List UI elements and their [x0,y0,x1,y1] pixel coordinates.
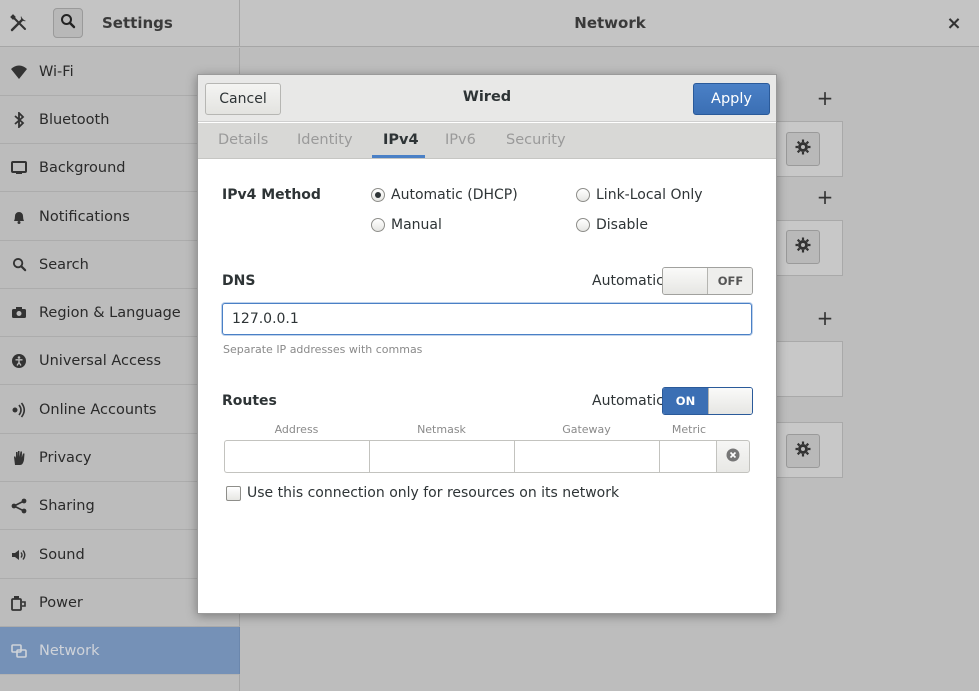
switch-state: OFF [708,268,752,294]
only-resources-label: Use this connection only for resources o… [247,485,620,501]
sidebar-item-label: Search [39,256,89,273]
routes-automatic-label: Automatic [592,393,664,409]
wired-dialog: Cancel Wired Apply Details Identity IPv4… [197,74,777,614]
add-connection-button[interactable]: + [815,86,835,110]
accessibility-icon [10,352,28,370]
switch-state: ON [663,388,708,414]
dialog-title: Wired [462,89,512,105]
column-header-netmask: Netmask [417,423,466,436]
route-row [224,440,750,473]
radio-label: Manual [391,217,442,233]
settings-button[interactable] [786,230,820,264]
column-header-gateway: Gateway [562,423,611,436]
search-icon [60,13,76,33]
dns-hint: Separate IP addresses with commas [223,343,423,356]
close-button[interactable]: × [942,12,966,36]
gear-icon [795,139,811,159]
sidebar-item-label: Background [39,159,126,176]
switch-knob [708,388,752,414]
sidebar-item-label: Sharing [39,497,95,514]
sidebar-item-label: Universal Access [39,352,162,369]
only-resources-option[interactable]: Use this connection only for resources o… [226,485,619,501]
route-netmask-field[interactable] [369,440,514,473]
gear-icon [795,441,811,461]
radio-link-local-only[interactable]: Link-Local Only [576,187,703,203]
dns-label: DNS [222,273,256,289]
share-icon [10,497,28,515]
radio-button[interactable] [371,188,385,202]
dns-input[interactable] [222,303,752,335]
route-metric-field[interactable] [659,440,716,473]
radio-disable[interactable]: Disable [576,217,648,233]
app-title: Settings [102,14,173,32]
background-icon [10,159,28,177]
radio-automatic-dhcp[interactable]: Automatic (DHCP) [371,187,518,203]
sidebar-item-label: Network [39,642,100,659]
column-header-metric: Metric [671,423,707,436]
radio-button[interactable] [371,218,385,232]
camera-icon [10,304,28,322]
active-tab-indicator [372,155,425,158]
radio-label: Automatic (DHCP) [391,187,518,203]
tab-ipv4[interactable]: IPv4 [383,132,419,148]
dns-automatic-switch[interactable]: OFF [662,267,753,295]
search-icon [10,256,28,274]
sidebar-item-label: Bluetooth [39,111,110,128]
panel-title: Network [574,14,646,32]
power-icon [10,594,28,612]
ipv4-method-label: IPv4 Method [222,187,321,203]
online-accounts-icon [10,401,28,419]
tab-bar: Details Identity IPv4 IPv6 Security [198,123,776,159]
radio-label: Link-Local Only [596,187,703,203]
header-bar-sidebar: Settings [0,0,240,47]
sidebar-item-network[interactable]: Network [0,627,240,675]
routes-automatic-switch[interactable]: ON [662,387,753,415]
radio-button[interactable] [576,218,590,232]
clear-icon [726,448,740,466]
wifi-icon [10,63,28,81]
sidebar-item-label: Sound [39,546,85,563]
bluetooth-icon [10,111,28,129]
settings-button[interactable] [786,132,820,166]
gear-icon [795,237,811,257]
radio-manual[interactable]: Manual [371,217,442,233]
hand-icon [10,449,28,467]
only-resources-checkbox[interactable] [226,485,241,501]
tools-icon [8,12,30,34]
sidebar-item-label: Privacy [39,449,92,466]
switch-knob [663,268,708,294]
route-gateway-field[interactable] [514,440,659,473]
header-bar: Settings Network × [0,0,979,47]
tab-identity[interactable]: Identity [297,132,353,148]
sidebar-item-label: Notifications [39,208,130,225]
settings-button[interactable] [786,434,820,468]
bell-icon [10,208,28,226]
radio-button[interactable] [576,188,590,202]
dialog-header: Cancel Wired Apply [198,75,776,122]
apply-button[interactable]: Apply [693,83,770,115]
column-header-address: Address [274,423,319,436]
sidebar-item-label: Power [39,594,83,611]
sidebar-item-label: Wi-Fi [39,63,74,80]
delete-route-button[interactable] [716,440,750,473]
add-vpn-button[interactable]: + [815,185,835,209]
route-address-field[interactable] [224,440,369,473]
speaker-icon [10,546,28,564]
radio-label: Disable [596,217,648,233]
routes-label: Routes [222,393,277,409]
sidebar-item-label: Region & Language [39,304,181,321]
add-proxy-button[interactable]: + [815,306,835,330]
network-icon [10,642,28,660]
search-toggle-button[interactable] [53,8,83,38]
dns-automatic-label: Automatic [592,273,664,289]
sidebar-item-label: Online Accounts [39,401,157,418]
tab-details[interactable]: Details [218,132,268,148]
tab-ipv6[interactable]: IPv6 [445,132,476,148]
cancel-button[interactable]: Cancel [205,83,281,115]
tab-security[interactable]: Security [506,132,566,148]
